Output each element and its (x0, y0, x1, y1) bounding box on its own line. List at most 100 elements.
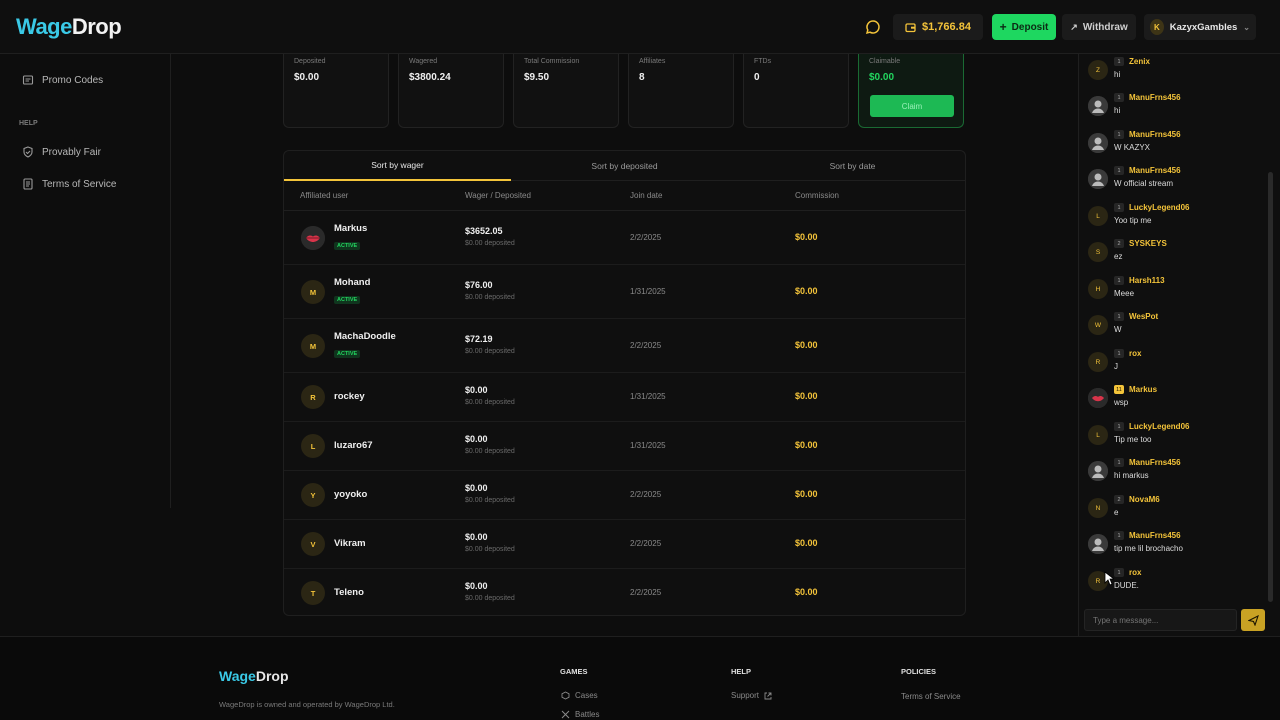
footer-link-terms[interactable]: Terms of Service (901, 692, 961, 701)
document-icon (23, 178, 33, 190)
affiliate-name: luzaro67 (334, 440, 373, 451)
level-badge: 2 (1114, 495, 1124, 504)
chat-username[interactable]: rox (1129, 568, 1141, 577)
deposited-amount: $0.00 deposited (465, 497, 515, 504)
stat-label: Claimable (869, 58, 901, 65)
chat-username[interactable]: WesPot (1129, 312, 1158, 321)
send-button[interactable] (1241, 609, 1265, 631)
chat-bubble-icon[interactable] (864, 18, 882, 36)
logo[interactable]: WageDrop (16, 14, 122, 40)
user-menu[interactable]: K KazyxGambles ⌄ (1144, 14, 1256, 40)
table-row[interactable]: R rockey $0.00 $0.00 deposited 1/31/2025… (284, 373, 965, 422)
stat-claimable: Claimable $0.00 Claim (858, 54, 964, 128)
ticket-icon (22, 75, 34, 85)
sidebar-item-promo-codes[interactable]: Promo Codes (22, 74, 103, 86)
wager-amount: $0.00 (465, 385, 488, 395)
stat-label: Wagered (409, 58, 438, 65)
chat-text: e (1114, 508, 1119, 517)
footer-link-battles[interactable]: Battles (561, 710, 599, 719)
deposited-amount: $0.00 deposited (465, 399, 515, 406)
chat-username[interactable]: Zenix (1129, 57, 1150, 66)
plus-icon: + (999, 20, 1007, 34)
deposited-amount: $0.00 deposited (465, 240, 515, 247)
lips-avatar-icon (1088, 388, 1108, 408)
avatar (1088, 534, 1108, 554)
stat-value: 8 (639, 72, 645, 83)
balance-display[interactable]: $1,766.84 (893, 14, 983, 40)
claim-button[interactable]: Claim (870, 95, 954, 117)
table-row[interactable]: Y yoyoko $0.00 $0.00 deposited 2/2/2025 … (284, 471, 965, 520)
user-avatar-icon (1088, 169, 1108, 189)
chat-username[interactable]: LuckyLegend06 (1129, 203, 1189, 212)
footer-policies-heading: POLICIES (901, 667, 937, 676)
sidebar-item-label: Promo Codes (42, 74, 104, 86)
level-badge: 1 (1114, 458, 1124, 467)
chat-text: hi (1114, 106, 1121, 115)
chat-username[interactable]: Harsh113 (1129, 276, 1165, 285)
chat-username[interactable]: LuckyLegend06 (1129, 422, 1189, 431)
chat-scrollbar[interactable] (1268, 172, 1273, 602)
footer-logo[interactable]: WageDrop (219, 668, 289, 684)
chat-text: W KAZYX (1114, 143, 1151, 152)
affiliates-panel: Deposited $0.00 Wagered $3800.24 Total C… (172, 54, 1078, 636)
sidebar-item-terms[interactable]: Terms of Service (22, 178, 116, 190)
stat-value: $9.50 (524, 72, 550, 83)
tab-sort-by-deposited[interactable]: Sort by deposited (511, 151, 738, 181)
chat-username[interactable]: ManuFrns456 (1129, 458, 1181, 467)
wager-amount: $0.00 (465, 532, 488, 542)
table-row[interactable]: Markus ACTIVE $3652.05 $0.00 deposited 2… (284, 211, 965, 265)
level-badge: 1 (1114, 93, 1124, 102)
level-badge: 1 (1114, 203, 1124, 212)
tab-sort-by-wager[interactable]: Sort by wager (284, 151, 511, 181)
sidebar: Promo Codes HELP Provably Fair Terms of … (0, 54, 171, 508)
chat-username[interactable]: NovaM6 (1129, 495, 1160, 504)
join-date: 2/2/2025 (630, 490, 662, 499)
table-row[interactable]: M Mohand ACTIVE $76.00 $0.00 deposited 1… (284, 265, 965, 319)
wager-amount: $72.19 (465, 334, 493, 344)
avatar (1088, 388, 1108, 408)
chat-username[interactable]: SYSKEYS (1129, 239, 1167, 248)
table-row[interactable]: M MachaDoodle ACTIVE $72.19 $0.00 deposi… (284, 319, 965, 373)
chat-text: wsp (1114, 398, 1129, 407)
level-badge: 1 (1114, 276, 1124, 285)
level-badge: 1 (1114, 531, 1124, 540)
chat-message-input[interactable] (1084, 609, 1237, 631)
send-icon (1247, 614, 1259, 626)
balance-amount: $1,766.84 (922, 21, 971, 33)
column-header: Join date (630, 191, 663, 200)
deposit-button[interactable]: + Deposit (992, 14, 1056, 40)
avatar: L (301, 434, 325, 458)
table-row[interactable]: V Vikram $0.00 $0.00 deposited 2/2/2025 … (284, 520, 965, 569)
table-row[interactable]: T Teleno $0.00 $0.00 deposited 2/2/2025 … (284, 569, 965, 615)
footer-link-support[interactable]: Support (731, 691, 772, 700)
tab-sort-by-date[interactable]: Sort by date (739, 151, 965, 181)
commission-amount: $0.00 (795, 232, 818, 242)
sidebar-item-label: Terms of Service (42, 178, 117, 190)
footer-games-heading: GAMES (560, 667, 588, 676)
table-row[interactable]: L luzaro67 $0.00 $0.00 deposited 1/31/20… (284, 422, 965, 471)
avatar: Z (1088, 60, 1108, 80)
sidebar-item-provably-fair[interactable]: Provably Fair (22, 146, 101, 158)
sidebar-help-heading: HELP (19, 120, 38, 127)
wallet-icon (905, 22, 916, 32)
footer-link-cases[interactable]: Cases (561, 691, 598, 700)
chat-username[interactable]: ManuFrns456 (1129, 130, 1181, 139)
level-badge: 1 (1114, 312, 1124, 321)
chat-username[interactable]: Markus (1129, 385, 1157, 394)
affiliate-name: MachaDoodle (334, 331, 396, 342)
avatar: S (1088, 242, 1108, 262)
stat-total-commission: Total Commission $9.50 (513, 54, 619, 128)
affiliates-table: Sort by wager Sort by deposited Sort by … (283, 150, 966, 616)
wager-amount: $0.00 (465, 581, 488, 591)
avatar (1088, 169, 1108, 189)
stat-ftds: FTDs 0 (743, 54, 849, 128)
withdraw-button[interactable]: ↗ Withdraw (1062, 14, 1136, 40)
chat-username[interactable]: ManuFrns456 (1129, 93, 1181, 102)
chat-username[interactable]: ManuFrns456 (1129, 531, 1181, 540)
chat-username[interactable]: rox (1129, 349, 1141, 358)
arrow-up-right-icon: ↗ (1070, 21, 1078, 32)
user-avatar-icon (1088, 461, 1108, 481)
chat-username[interactable]: ManuFrns456 (1129, 166, 1181, 175)
shield-check-icon (23, 146, 33, 158)
avatar: L (1088, 206, 1108, 226)
